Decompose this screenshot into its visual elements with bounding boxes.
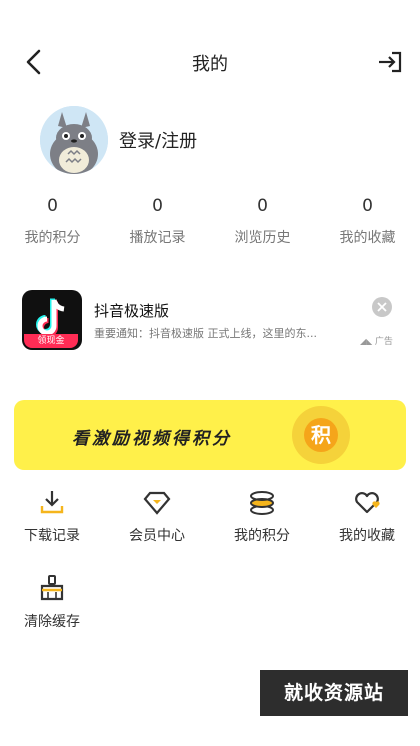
logout-icon[interactable] (374, 48, 406, 76)
grid-label: 我的积分 (234, 528, 290, 544)
ad-badge: 领现金 (24, 334, 78, 348)
ad-tag: ◢◣ 广告 (360, 334, 393, 347)
login-register-link[interactable]: 登录/注册 (119, 127, 197, 153)
stat-label: 浏览历史 (234, 230, 291, 246)
grid-label: 下载记录 (24, 528, 80, 544)
stat-value: 0 (257, 196, 268, 216)
grid-item-clear-cache[interactable]: 清除缓存 (12, 574, 92, 631)
grid-item-vip-center[interactable]: 会员中心 (117, 488, 197, 545)
ad-app-name: 抖音极速版 (94, 302, 170, 320)
diamond-icon (143, 488, 171, 516)
stat-value: 0 (362, 196, 373, 216)
stat-value: 0 (47, 196, 58, 216)
ad-description: 重要通知：抖音极速版 正式上线，这里的东... (94, 327, 317, 340)
stat-points[interactable]: 0 我的积分 (0, 196, 105, 247)
stat-play-history[interactable]: 0 播放记录 (105, 196, 210, 247)
ad-logo-icon: ◢◣ (360, 337, 375, 346)
download-icon (38, 488, 66, 516)
ad-tag-label: 广告 (374, 337, 393, 347)
stat-favorites[interactable]: 0 我的收藏 (315, 196, 420, 247)
reward-video-banner[interactable]: 看激励视频得积分 积 (14, 400, 406, 470)
watermark: 就收资源站 (260, 670, 408, 716)
douyin-app-icon: 领现金 (22, 290, 82, 350)
heart-icon (353, 488, 381, 516)
grid-item-downloads[interactable]: 下载记录 (12, 488, 92, 545)
stat-browse-history[interactable]: 0 浏览历史 (210, 196, 315, 247)
page-title: 我的 (192, 54, 228, 75)
grid-label: 我的收藏 (339, 528, 395, 544)
totoro-avatar-icon (40, 106, 108, 174)
grid-label: 清除缓存 (24, 614, 80, 630)
coins-icon (248, 488, 276, 516)
grid-item-my-points[interactable]: 我的积分 (222, 488, 302, 545)
banner-text: 看激励视频得积分 (72, 429, 232, 449)
points-coin-icon: 积 (304, 418, 338, 452)
grid-label: 会员中心 (129, 528, 185, 544)
close-icon[interactable] (372, 297, 392, 317)
ad-card[interactable]: 领现金 抖音极速版 重要通知：抖音极速版 正式上线，这里的东... ◢◣ 广告 (22, 290, 400, 352)
grid-item-favorites[interactable]: 我的收藏 (327, 488, 407, 545)
top-bar: 我的 (0, 38, 420, 86)
broom-icon (38, 574, 66, 602)
stat-label: 我的收藏 (339, 230, 396, 246)
avatar[interactable] (40, 106, 108, 174)
stat-label: 播放记录 (129, 230, 186, 246)
stat-label: 我的积分 (24, 230, 81, 246)
stat-value: 0 (152, 196, 163, 216)
